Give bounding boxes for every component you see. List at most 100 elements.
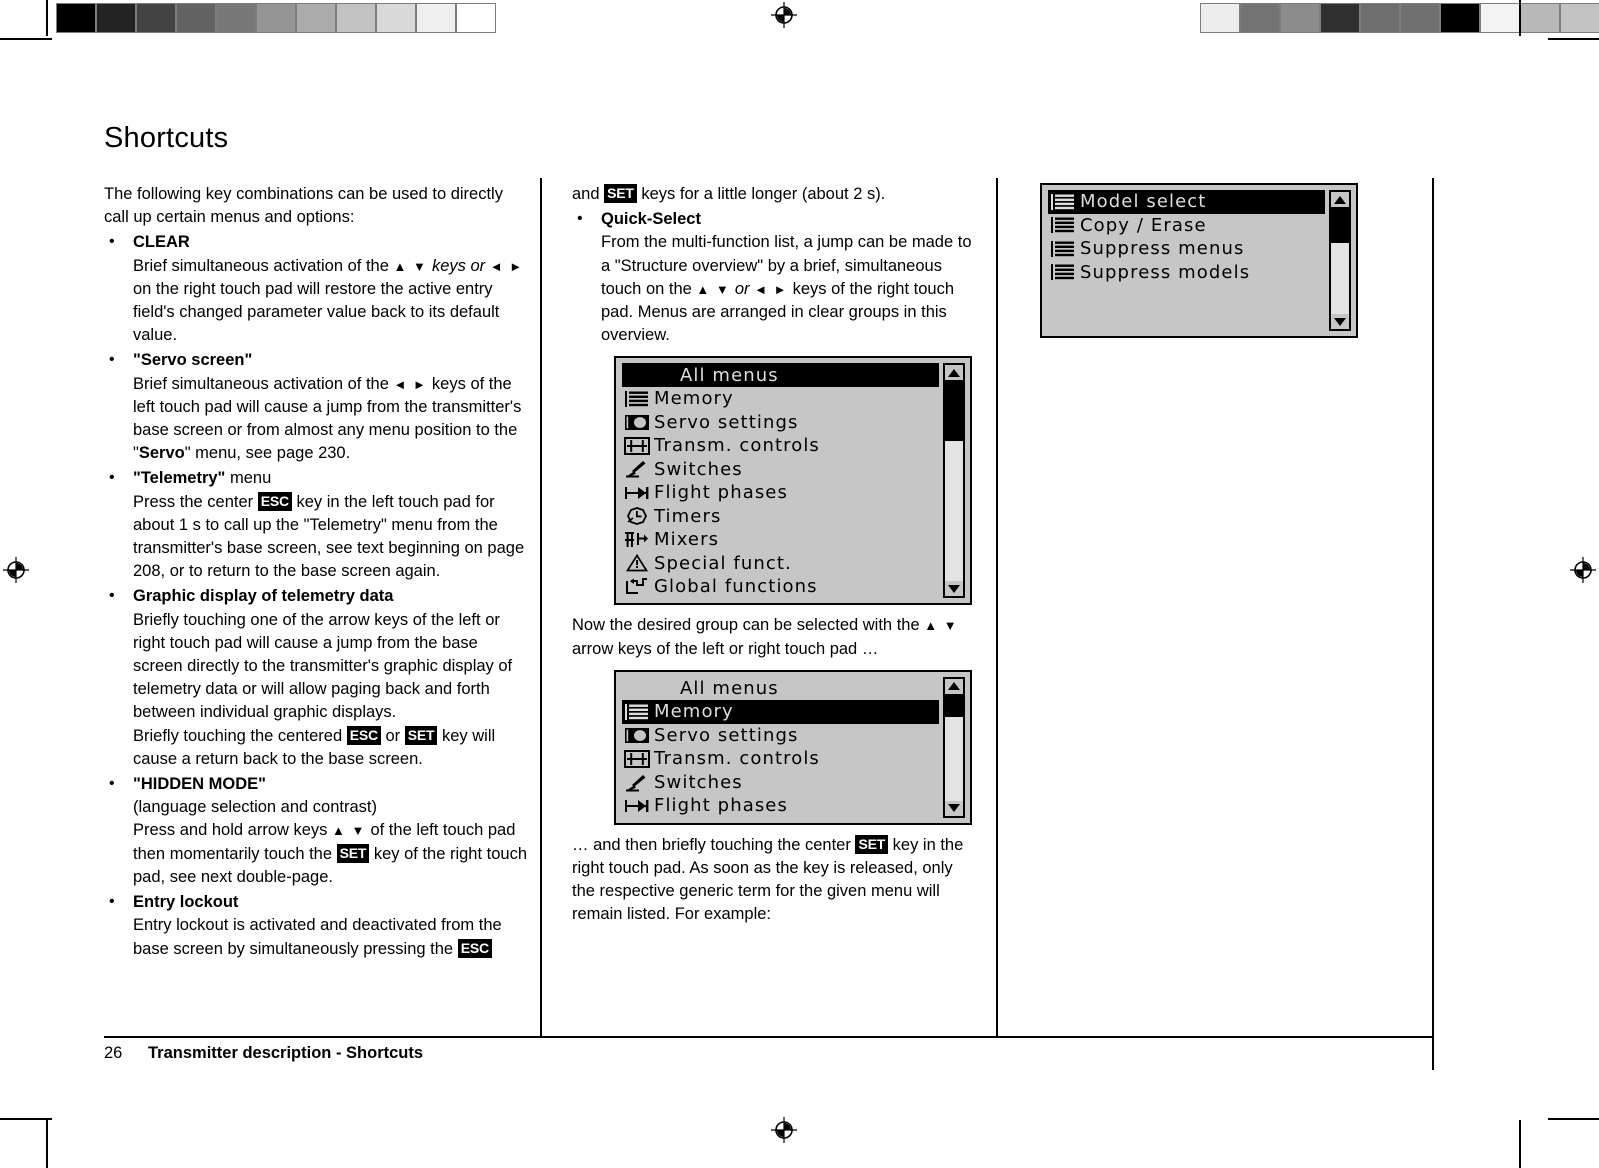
lcd-scrollbar-track[interactable] bbox=[1331, 207, 1349, 314]
shortcut-item: "Telemetry" menu Press the center ESC key… bbox=[104, 466, 528, 583]
lcd-scrollbar[interactable] bbox=[943, 363, 965, 599]
crop-mark-left-bottom bbox=[0, 1118, 52, 1120]
lcd-scrollbar-track[interactable] bbox=[945, 693, 963, 801]
crop-mark-bottom-left bbox=[46, 1120, 48, 1168]
calibration-swatch bbox=[1241, 4, 1279, 32]
lcd-menu-item-label: Memory bbox=[654, 701, 734, 723]
page-edge-rule bbox=[1432, 178, 1434, 1070]
lcd-menu-item[interactable]: Switches bbox=[622, 457, 939, 481]
continuation-paragraph: and SET keys for a little longer (about … bbox=[572, 184, 886, 203]
calibration-swatch bbox=[1361, 4, 1399, 32]
page-number: 26 bbox=[104, 1044, 123, 1062]
lcd-scrollbar-thumb[interactable] bbox=[1331, 207, 1349, 244]
registration-mark-left bbox=[3, 557, 29, 583]
lcd-menu-item[interactable]: Copy / Erase bbox=[1048, 214, 1325, 238]
calibration-swatch bbox=[57, 4, 95, 32]
lcd-menu-title: All menus bbox=[622, 677, 939, 701]
calibration-swatch bbox=[297, 4, 335, 32]
calibration-swatch bbox=[1321, 4, 1359, 32]
lcd-menu-item[interactable]: Servo settings bbox=[622, 724, 939, 748]
crop-mark-left-top bbox=[0, 38, 52, 40]
shortcut-body: From the multi-function list, a jump can… bbox=[601, 233, 972, 345]
lcd-menu-item[interactable]: Suppress menus bbox=[1048, 237, 1325, 261]
left-text-column: The following key combinations can be us… bbox=[104, 183, 528, 961]
page-title: Shortcuts bbox=[104, 122, 229, 154]
lcd-menu-item[interactable]: Flight phases bbox=[622, 794, 939, 818]
lcd-menu-item[interactable]: Switches bbox=[622, 771, 939, 795]
lcd-menu-item-label: Mixers bbox=[654, 529, 720, 551]
scroll-down-arrow-icon[interactable] bbox=[945, 581, 963, 597]
crop-mark-top-right bbox=[1519, 0, 1521, 36]
lcd-menu-item-label: Model select bbox=[1080, 191, 1207, 213]
lcd-menu-list: Model select Copy / Erase Suppress menus… bbox=[1048, 190, 1325, 331]
calibration-swatch bbox=[457, 4, 495, 32]
lcd-title-label: All menus bbox=[680, 677, 779, 699]
calibration-swatch bbox=[377, 4, 415, 32]
caption-confirm-set: … and then briefly touching the center S… bbox=[572, 834, 964, 924]
shortcut-list-middle: Quick-Select From the multi-function list… bbox=[572, 207, 972, 347]
calibration-swatch bbox=[337, 4, 375, 32]
lcd-menu-item[interactable]: Timers bbox=[622, 504, 939, 528]
shortcut-body: Entry lockout is activated and deactivat… bbox=[133, 916, 502, 958]
middle-text-column: and SET keys for a little longer (about … bbox=[572, 183, 972, 927]
calibration-swatch bbox=[137, 4, 175, 32]
lcd-menu-item[interactable]: Global functions bbox=[622, 575, 939, 599]
lcd-title-label: All menus bbox=[680, 364, 779, 386]
lcd-menu-list: All menus Memory Servo settings Transm. … bbox=[622, 363, 939, 598]
lcd-panel: All menus Memory Servo settings Transm. … bbox=[614, 356, 972, 606]
scroll-up-arrow-icon[interactable] bbox=[1331, 192, 1349, 207]
lcd-menu-item-label: Copy / Erase bbox=[1080, 214, 1207, 236]
shortcut-body: Press the center ESC key in the left tou… bbox=[133, 491, 525, 581]
lcd-menu-item[interactable]: Flight phases bbox=[622, 481, 939, 505]
lcd-menu-item[interactable]: Model select bbox=[1048, 190, 1325, 214]
lcd-scrollbar[interactable] bbox=[1329, 190, 1351, 331]
shortcut-term: Entry lockout bbox=[133, 893, 239, 912]
lcd-screenshot-all-menus: All menus Memory Servo settings Transm. … bbox=[614, 356, 972, 606]
caption-select-group: Now the desired group can be selected wi… bbox=[572, 616, 959, 658]
manual-page: Shortcuts The following key combinations… bbox=[0, 0, 1599, 1168]
calibration-swatch bbox=[1441, 4, 1479, 32]
lcd-menu-item[interactable]: Suppress models bbox=[1048, 261, 1325, 285]
timers-clock-icon bbox=[622, 506, 652, 526]
scroll-down-arrow-icon[interactable] bbox=[945, 800, 963, 816]
lcd-scrollbar[interactable] bbox=[943, 676, 965, 818]
lcd-scrollbar-thumb[interactable] bbox=[945, 693, 963, 718]
scroll-up-arrow-icon[interactable] bbox=[945, 678, 963, 694]
lcd-scrollbar-track[interactable] bbox=[945, 380, 963, 582]
lcd-scrollbar-thumb[interactable] bbox=[945, 380, 963, 441]
intro-paragraph: The following key combinations can be us… bbox=[104, 185, 503, 227]
memory-lines-icon bbox=[1048, 262, 1078, 282]
memory-lines-icon bbox=[622, 389, 652, 409]
scroll-up-arrow-icon[interactable] bbox=[945, 365, 963, 381]
footer-divider bbox=[104, 1036, 1432, 1038]
right-figure-column: Model select Copy / Erase Suppress menus… bbox=[1040, 183, 1400, 338]
lcd-menu-item[interactable]: Transm. controls bbox=[622, 747, 939, 771]
scroll-down-arrow-icon[interactable] bbox=[1331, 314, 1349, 329]
lcd-panel: Model select Copy / Erase Suppress menus… bbox=[1040, 183, 1358, 338]
calibration-swatch bbox=[97, 4, 135, 32]
lcd-menu-item-label: Memory bbox=[654, 388, 734, 410]
lcd-menu-item[interactable]: Memory bbox=[622, 700, 939, 724]
lcd-menu-item-label: Global functions bbox=[654, 576, 818, 598]
servo-settings-icon bbox=[622, 412, 652, 432]
lcd-menu-item[interactable]: Memory bbox=[622, 387, 939, 411]
grayscale-calibration-strip-left bbox=[56, 3, 496, 33]
crop-mark-bottom-right bbox=[1519, 1120, 1521, 1168]
shortcut-item: "HIDDEN MODE" (language selection and con… bbox=[104, 772, 528, 889]
switches-icon bbox=[622, 459, 652, 479]
shortcut-list-left: CLEAR Brief simultaneous activation of th… bbox=[104, 230, 528, 961]
lcd-menu-item-label: Timers bbox=[654, 505, 722, 527]
lcd-menu-item[interactable]: Mixers bbox=[622, 528, 939, 552]
calibration-swatch bbox=[1561, 4, 1599, 32]
lcd-menu-item[interactable]: Servo settings bbox=[622, 410, 939, 434]
special-funct-icon bbox=[622, 553, 652, 573]
lcd-menu-item[interactable]: Special funct. bbox=[622, 551, 939, 575]
mixers-icon bbox=[622, 530, 652, 550]
lcd-menu-item-label: Suppress models bbox=[1080, 261, 1251, 283]
memory-lines-icon bbox=[622, 702, 652, 722]
column-divider-1 bbox=[540, 178, 542, 1036]
transm-controls-icon bbox=[622, 436, 652, 456]
lcd-menu-item[interactable]: Transm. controls bbox=[622, 434, 939, 458]
calibration-swatch bbox=[177, 4, 215, 32]
shortcut-item: Entry lockout Entry lockout is activated … bbox=[104, 890, 528, 961]
